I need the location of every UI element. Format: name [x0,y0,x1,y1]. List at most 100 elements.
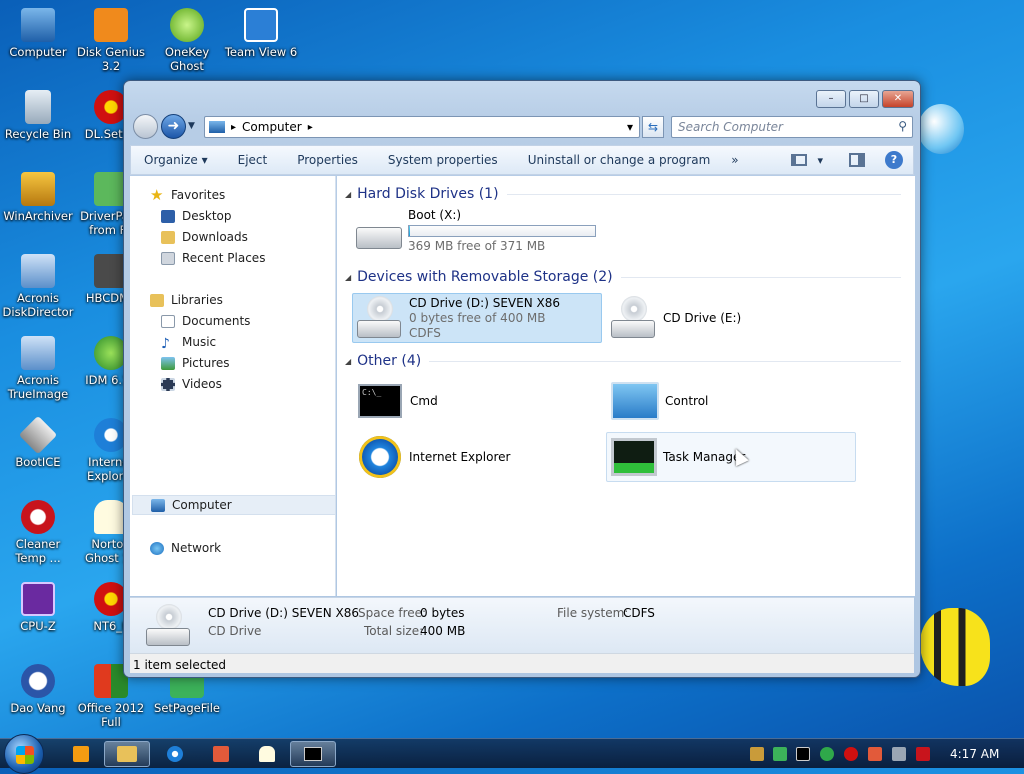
nav-recent-places[interactable]: Recent Places [161,248,265,268]
music-icon: ♪ [161,335,170,352]
computer-icon [209,121,225,133]
refresh-icon: ⇆ [647,120,659,134]
folder-download-icon [161,230,175,244]
close-button[interactable]: ✕ [882,90,914,108]
desktop-icon-teamviewer[interactable]: Team View 6 [223,8,299,59]
desktop-icon-acronis-true[interactable]: Acronis TrueImage [0,336,76,401]
maximize-button[interactable]: □ [849,90,879,108]
organize-button[interactable]: Organize ▾ [131,153,223,167]
uninstall-program-button[interactable]: Uninstall or change a program [513,153,726,167]
nav-pictures[interactable]: Pictures [161,353,230,373]
document-icon [161,314,175,328]
tray-icon-6[interactable] [868,747,882,761]
desktop-icon-onekey-ghost[interactable]: OneKey Ghost [149,8,225,73]
breadcrumb-computer[interactable]: Computer [242,120,302,134]
tray-icon-1[interactable] [750,747,764,761]
taskbar-ie[interactable] [152,741,198,767]
desktop-icon-cpuz[interactable]: CPU-Z [0,582,76,633]
nav-downloads[interactable]: Downloads [161,227,248,247]
drive-item-boot-x[interactable]: Boot (X:) 369 MB free of 371 MB [351,206,601,256]
tray-volume-icon[interactable] [916,747,930,761]
taskbar-explorer[interactable] [104,741,150,767]
details-space-free: 0 bytes [420,606,465,620]
nav-favorites[interactable]: ★ Favorites [150,185,225,205]
taskbar-network-tool[interactable] [198,741,244,767]
tray-star-icon[interactable] [844,747,858,761]
tray-cmd-icon[interactable] [796,747,810,761]
nav-music[interactable]: ♪ Music [161,332,216,352]
taskbar-cmd[interactable] [290,741,336,767]
network-tool-icon [213,746,229,762]
eject-button[interactable]: Eject [223,153,283,167]
desktop-icon-computer[interactable]: Computer [0,8,76,59]
archive-icon [21,172,55,206]
windows-logo-icon [16,746,34,764]
search-input[interactable]: Search Computer ⚲ [671,116,913,138]
desktop-icon-winarchiver[interactable]: WinArchiver [0,172,76,223]
view-options-icon[interactable] [791,154,808,166]
start-button[interactable] [4,734,44,774]
desktop-icon-acronis-disk[interactable]: Acronis DiskDirector [0,254,76,319]
details-fs: CDFS [623,606,655,620]
item-cmd[interactable]: C:\_ Cmd [352,376,602,426]
collapse-arrow-icon: ◢ [345,356,352,366]
desktop-icon [161,209,175,223]
system-properties-button[interactable]: System properties [373,153,513,167]
taskbar: 4:17 AM [0,734,1024,774]
drive-item-cd-e[interactable]: CD Drive (E:) [606,293,856,343]
item-internet-explorer[interactable]: Internet Explorer [352,432,602,482]
item-control[interactable]: Control [606,376,856,426]
nav-network[interactable]: Network [150,538,221,558]
nav-libraries[interactable]: Libraries [150,290,223,310]
star-icon: ★ [150,185,164,204]
command-bar: Organize ▾ Eject Properties System prope… [130,145,914,175]
address-dropdown-button[interactable]: ▾ [627,120,633,134]
more-commands-button[interactable]: » [725,153,753,167]
details-space-free-label: Space free: [358,606,427,620]
refresh-button[interactable]: ⇆ [642,116,664,138]
arrow-right-icon: ➜ [167,118,180,134]
desktop-icon-daovang[interactable]: Dao Vang [0,664,76,715]
desktop-icon-cleaner[interactable]: Cleaner Temp ... [0,500,76,565]
recent-pages-dropdown[interactable]: ▼ [188,121,195,131]
tray-network-icon[interactable] [892,747,906,761]
preview-pane-icon[interactable] [849,153,865,167]
minimize-button[interactable]: – [816,90,846,108]
teamviewer-icon [244,8,278,42]
nav-computer[interactable]: Computer [132,495,336,515]
breadcrumb-separator[interactable]: ▸ [308,122,313,133]
desktop-icon-diskgenius[interactable]: Disk Genius 3.2 [73,8,149,73]
task-manager-icon [611,438,657,476]
taskbar-media-player[interactable] [58,741,104,767]
nav-desktop[interactable]: Desktop [161,206,232,226]
help-icon[interactable]: ? [885,151,903,169]
recycle-bin-icon [25,90,51,124]
status-text: 1 item selected [133,658,227,672]
tray-play-icon[interactable] [820,747,834,761]
address-bar[interactable]: ▸ Computer ▸ ▾ [204,116,640,138]
daovang-icon [21,664,55,698]
back-button[interactable] [133,114,158,139]
desktop-icon-bootice[interactable]: BootICE [0,415,76,469]
acronis-icon [21,254,55,288]
group-header-other[interactable]: ◢ Other (4) [345,351,901,371]
group-header-removable-storage[interactable]: ◢ Devices with Removable Storage (2) [345,267,901,287]
nav-documents[interactable]: Documents [161,311,250,331]
properties-button[interactable]: Properties [282,153,373,167]
desktop-icon-recycle-bin[interactable]: Recycle Bin [0,90,76,141]
group-header-hard-disk-drives[interactable]: ◢ Hard Disk Drives (1) [345,184,901,204]
videos-icon [161,377,175,391]
clock[interactable]: 4:17 AM [950,747,999,761]
recent-places-icon [161,251,175,265]
capacity-bar-fill [409,226,410,236]
hard-drive-icon [356,227,402,249]
view-dropdown-button[interactable]: ▾ [817,154,823,167]
cmd-icon: C:\_ [358,384,402,418]
drive-item-cd-d[interactable]: CD Drive (D:) SEVEN X86 0 bytes free of 4… [352,293,602,343]
forward-button[interactable]: ➜ [161,114,186,139]
nav-videos[interactable]: Videos [161,374,222,394]
cd-drive-icon [357,296,403,340]
explorer-window[interactable]: – □ ✕ ➜ ▼ ▸ Computer ▸ ▾ ⇆ Search Comput… [123,80,921,678]
tray-icon-2[interactable] [773,747,787,761]
taskbar-ghost[interactable] [244,741,290,767]
